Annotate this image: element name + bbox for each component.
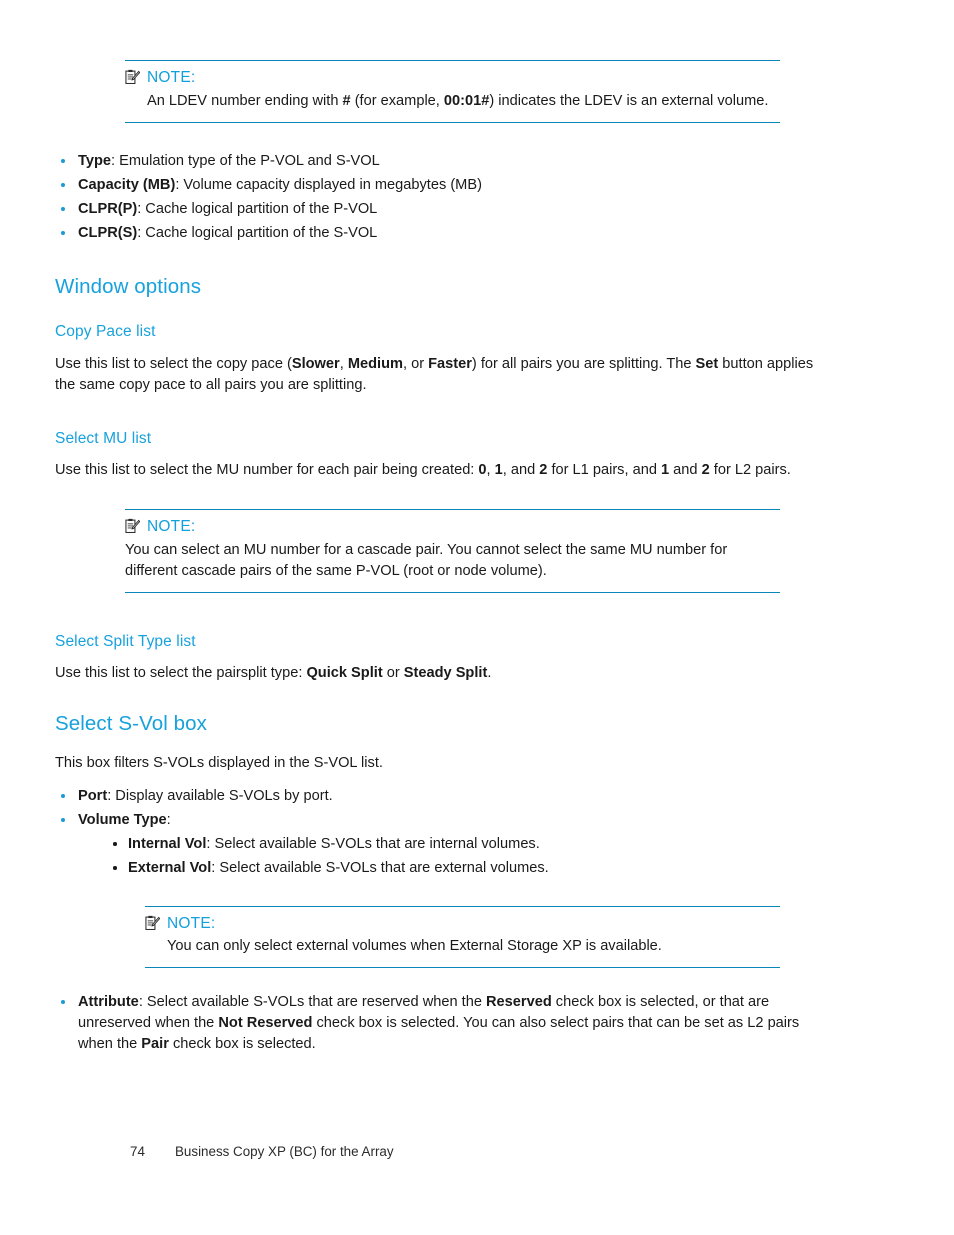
- mu-value-0: 0: [478, 462, 487, 479]
- checkbox-pair: Pair: [141, 1036, 169, 1053]
- section-heading-window-options: Window options: [55, 274, 202, 298]
- text-c: ,: [486, 462, 495, 479]
- list-item: CLPR(P): Cache logical partition of the …: [55, 199, 815, 220]
- field-desc: : Cache logical partition of the S-VOL: [137, 224, 378, 241]
- note-cascade-pair: NOTE: You can select an MU number for a …: [125, 509, 780, 593]
- field-term: Port: [78, 787, 108, 804]
- option-faster: Faster: [428, 355, 472, 372]
- select-svol-bullet-list: Port: Display available S-VOLs by port. …: [55, 786, 815, 879]
- text-b: : Select available S-VOLs that are reser…: [138, 994, 487, 1011]
- list-item: External Vol: Select available S-VOLs th…: [105, 858, 815, 879]
- field-desc: : Select available S-VOLs that are inter…: [206, 835, 540, 852]
- note-body: You can only select external volumes whe…: [167, 938, 662, 955]
- field-term: CLPR(P): [78, 200, 138, 217]
- text-g: ) for all pairs you are splitting. The: [471, 355, 696, 372]
- attribute-bullet-list: Attribute: Select available S-VOLs that …: [55, 992, 815, 1055]
- note-bottom-rule: [125, 591, 780, 593]
- select-split-type-paragraph: Use this list to select the pairsplit ty…: [55, 663, 815, 684]
- checkbox-reserved: Reserved: [486, 994, 552, 1011]
- text-i: and: [669, 462, 702, 479]
- text-e: , or: [402, 355, 429, 372]
- copy-pace-paragraph: Use this list to select the copy pace (S…: [55, 354, 815, 396]
- field-desc: : Cache logical partition of the P-VOL: [137, 200, 378, 217]
- field-term: CLPR(S): [78, 224, 138, 241]
- footer-title: Business Copy XP (BC) for the Array: [175, 1144, 394, 1159]
- text-a: Use this list to select the pairsplit ty…: [55, 665, 307, 682]
- note-label: NOTE:: [167, 914, 216, 932]
- note-header: NOTE:: [145, 914, 780, 932]
- footer-page-number: 74: [130, 1144, 145, 1159]
- note-text-hash: #: [342, 92, 351, 109]
- field-term: External Vol: [128, 859, 212, 876]
- note-header: NOTE:: [125, 519, 780, 535]
- note-text-example: 00:01#: [443, 92, 490, 109]
- text-a: Use this list to select the MU number fo…: [55, 462, 479, 479]
- note-body: An LDEV number ending with # (for exampl…: [147, 91, 780, 112]
- section-heading-select-svol-box: Select S-Vol box: [55, 712, 208, 736]
- field-desc: : Select available S-VOLs that are exter…: [211, 859, 549, 876]
- subsection-heading-copy-pace-list: Copy Pace list: [55, 323, 156, 341]
- subsection-heading-select-mu-list: Select MU list: [55, 429, 152, 447]
- select-svol-intro: This box filters S-VOLs displayed in the…: [55, 754, 383, 771]
- field-desc: : Emulation type of the P-VOL and S-VOL: [110, 152, 380, 169]
- field-term: Internal Vol: [128, 835, 207, 852]
- select-mu-paragraph: Use this list to select the MU number fo…: [55, 460, 815, 481]
- field-desc: : Display available S-VOLs by port.: [107, 787, 333, 804]
- option-slower: Slower: [291, 355, 340, 372]
- note-clipboard-pencil-icon: [125, 519, 140, 534]
- field-description-list: Type: Emulation type of the P-VOL and S-…: [55, 151, 815, 244]
- list-item: CLPR(S): Cache logical partition of the …: [55, 223, 815, 244]
- note-label: NOTE:: [147, 518, 196, 536]
- text-k: for L2 pairs.: [709, 462, 791, 479]
- note-clipboard-pencil-icon: [125, 69, 140, 84]
- subsection-heading-select-split-type-list: Select Split Type list: [55, 632, 196, 650]
- text-e: , and: [502, 462, 540, 479]
- text-e: .: [487, 665, 492, 682]
- option-quick-split: Quick Split: [306, 665, 383, 682]
- field-term: Attribute: [78, 994, 139, 1011]
- note-bottom-rule: [145, 967, 780, 969]
- page-content: NOTE: An LDEV number ending with # (for …: [55, 60, 815, 1058]
- page-footer: 74 Business Copy XP (BC) for the Array: [130, 1144, 394, 1159]
- text-g: for L1 pairs, and: [547, 462, 661, 479]
- list-item: Capacity (MB): Volume capacity displayed…: [55, 175, 815, 196]
- list-item: Volume Type: Internal Vol: Select availa…: [55, 810, 815, 879]
- field-term: Type: [78, 152, 111, 169]
- list-item: Attribute: Select available S-VOLs that …: [55, 992, 815, 1055]
- note-ldev: NOTE: An LDEV number ending with # (for …: [125, 60, 780, 123]
- checkbox-not-reserved: Not Reserved: [218, 1015, 313, 1032]
- note-label: NOTE:: [147, 69, 196, 86]
- mu-value-1b: 1: [661, 462, 670, 479]
- text-a: Use this list to select the copy pace (: [55, 355, 292, 372]
- list-item: Port: Display available S-VOLs by port.: [55, 786, 815, 807]
- note-external-storage: NOTE: You can only select external volum…: [145, 905, 780, 969]
- set-button-ref: Set: [695, 355, 719, 372]
- note-clipboard-pencil-icon: [145, 915, 160, 930]
- note-text-c: (for example,: [350, 92, 444, 109]
- list-item: Type: Emulation type of the P-VOL and S-…: [55, 151, 815, 172]
- text-h: check box is selected.: [168, 1036, 316, 1053]
- note-header: NOTE:: [125, 69, 780, 86]
- option-medium: Medium: [347, 355, 403, 372]
- text-c: ,: [339, 355, 348, 372]
- note-bottom-rule: [125, 121, 780, 123]
- note-text-e: ) indicates the LDEV is an external volu…: [489, 92, 769, 109]
- field-term: Capacity (MB): [78, 176, 176, 193]
- field-desc: : Volume capacity displayed in megabytes…: [175, 176, 482, 193]
- option-steady-split: Steady Split: [403, 665, 488, 682]
- text-c: or: [382, 665, 404, 682]
- note-text-a: An LDEV number ending with: [147, 92, 343, 109]
- mu-value-2b: 2: [701, 462, 710, 479]
- document-page: NOTE: An LDEV number ending with # (for …: [0, 0, 954, 1235]
- mu-value-1: 1: [494, 462, 503, 479]
- field-term: Volume Type: [78, 811, 167, 828]
- list-item: Internal Vol: Select available S-VOLs th…: [105, 834, 815, 855]
- note-body: You can select an MU number for a cascad…: [125, 541, 728, 579]
- volume-type-sub-list: Internal Vol: Select available S-VOLs th…: [105, 834, 815, 879]
- field-desc: :: [166, 811, 171, 828]
